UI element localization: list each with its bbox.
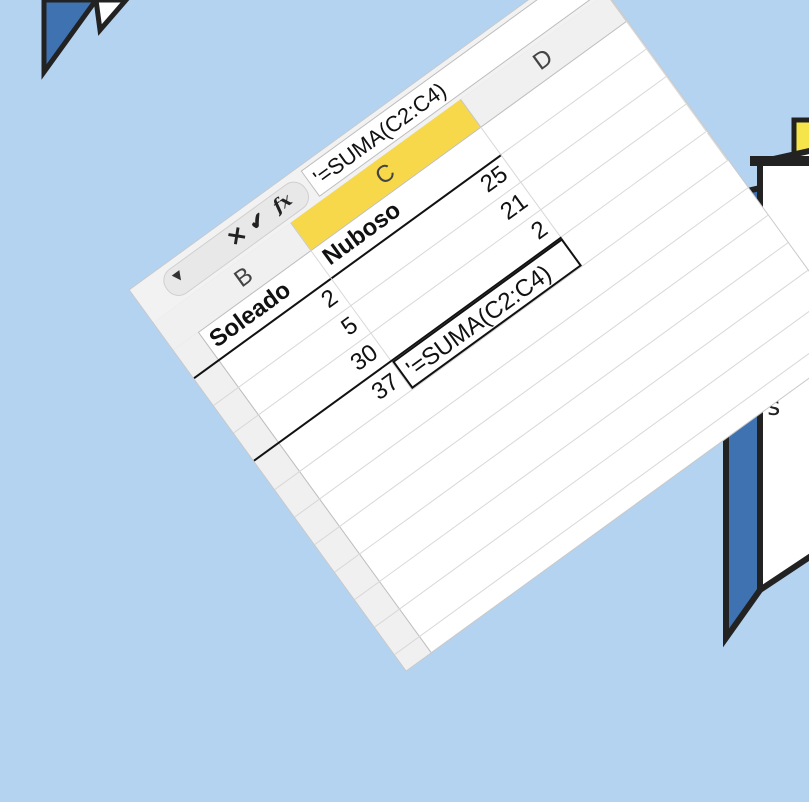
name-box-dropdown-icon[interactable]: ▼ [167,265,190,289]
decorative-panel-top-left [41,0,130,80]
enter-icon[interactable]: ✔ [243,206,271,236]
spreadsheet: ▼ ✕ ✔ fx '=SUMA(C2:C4) B C D Soleado Nub… [130,0,809,671]
insert-function-icon[interactable]: fx [269,189,296,217]
cell-grid: Soleado Nuboso 2 25 5 21 30 2 37 '=SUMA(… [173,20,809,671]
cancel-icon[interactable]: ✕ [222,221,252,253]
